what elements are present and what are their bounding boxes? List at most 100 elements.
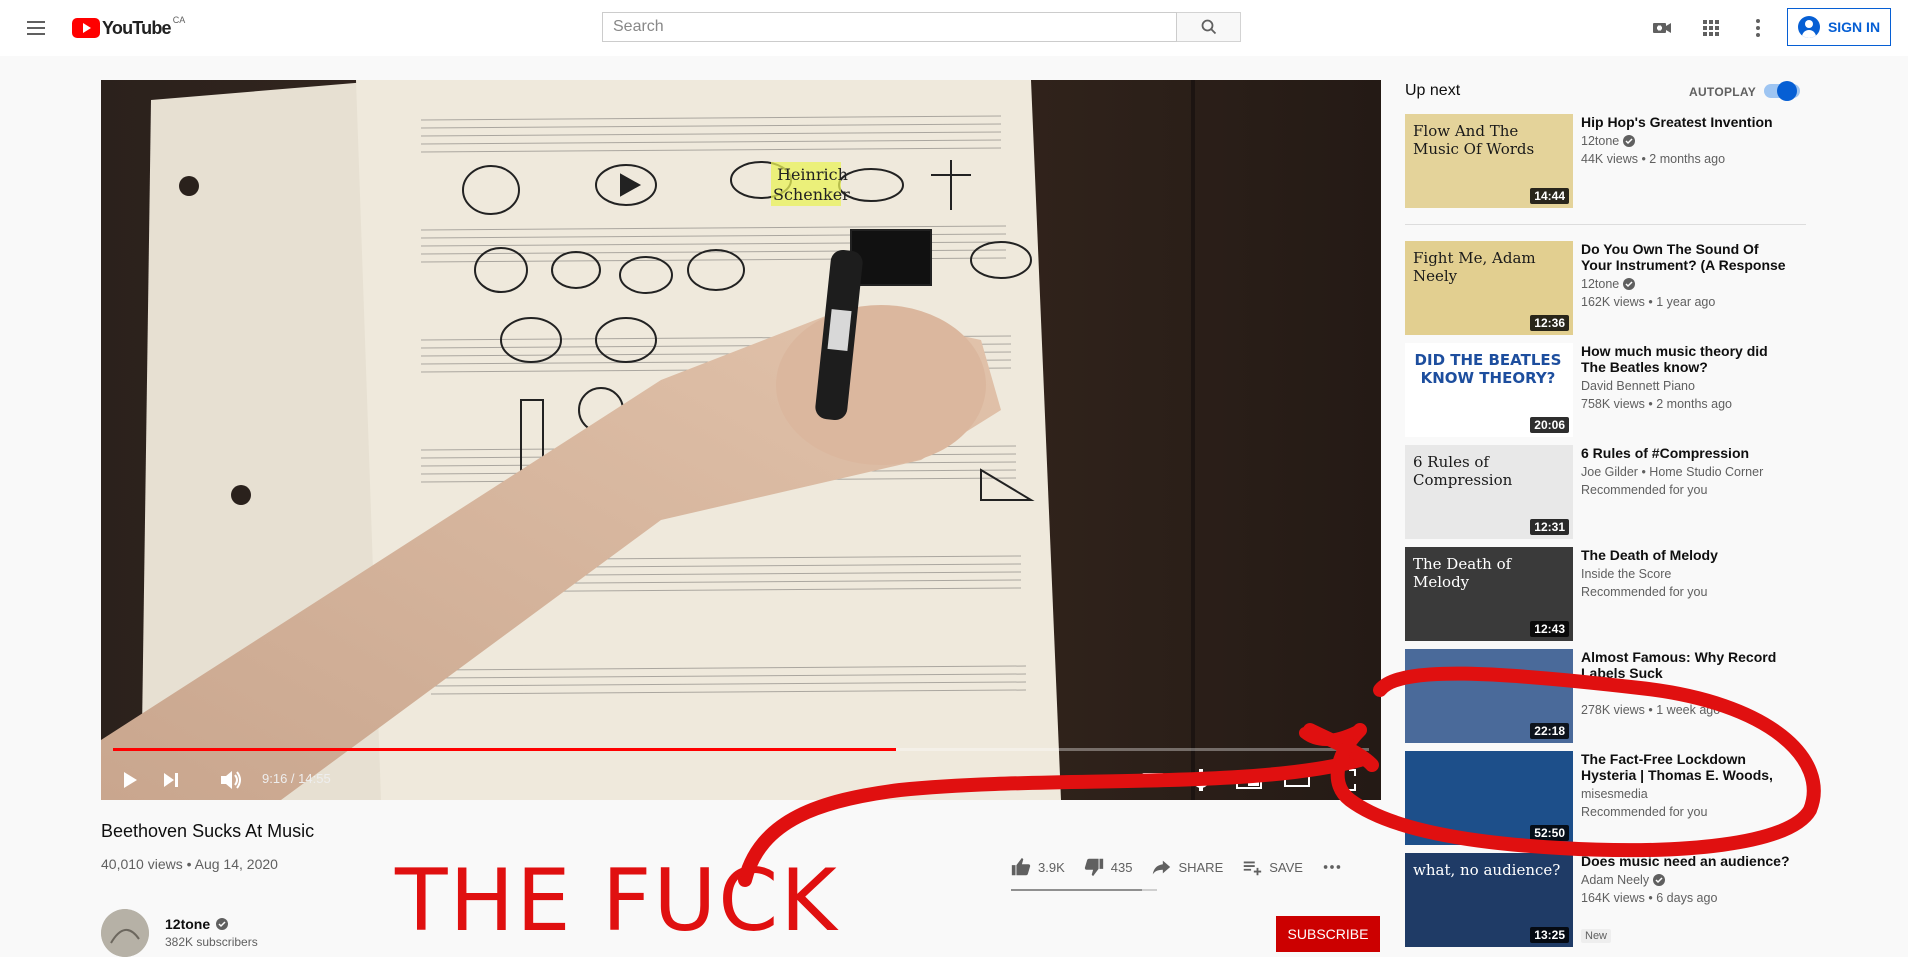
thumbs-up-icon: [1011, 857, 1031, 876]
search-button[interactable]: [1177, 12, 1241, 42]
volume-icon[interactable]: [215, 764, 247, 796]
thumbnail-text: The Death of Melody: [1413, 555, 1512, 591]
new-badge: New: [1581, 929, 1612, 943]
more-vert-icon[interactable]: [1746, 16, 1770, 40]
masthead: YouTube CA SIGN IN: [0, 0, 1908, 56]
recommendation-item[interactable]: 6 Rules of Compression 12:31 6 Rules of #C…: [1405, 445, 1835, 539]
save-label: SAVE: [1269, 859, 1303, 875]
time-display: 9:16 / 14:55: [262, 771, 331, 786]
video-frame: Heinrich Schenker: [101, 80, 1381, 800]
video-duration: 12:31: [1530, 519, 1569, 535]
recommendation-meta: 758K views • 2 months ago: [1581, 397, 1732, 411]
recommendation-item[interactable]: Fight Me, Adam Neely 12:36 Do You Own The …: [1405, 241, 1835, 335]
recommendation-channel[interactable]: Joe Gilder • Home Studio Corner: [1581, 465, 1763, 479]
recommendation-item[interactable]: DID THE BEATLES KNOW THEORY? 20:06 How muc…: [1405, 343, 1835, 437]
up-next-divider: [1405, 224, 1806, 225]
recommendation-thumbnail[interactable]: DID THE BEATLES KNOW THEORY? 20:06: [1405, 343, 1573, 437]
verified-icon: [1623, 278, 1636, 290]
recommendation-channel[interactable]: Inside the Score: [1581, 567, 1671, 581]
video-meta: 40,010 views • Aug 14, 2020: [101, 856, 278, 872]
thumbs-down-icon: [1084, 858, 1103, 877]
autoplay-label: AUTOPLAY: [1689, 85, 1757, 99]
progress-fill: [113, 748, 897, 751]
recommendation-meta: 164K views • 6 days ago: [1581, 891, 1718, 905]
theater-mode-icon[interactable]: [1281, 764, 1313, 796]
search-icon: [1201, 19, 1217, 35]
more-actions-button[interactable]: [1321, 856, 1343, 878]
recommendation-channel[interactable]: 12tone: [1581, 277, 1636, 291]
channel-name-link[interactable]: 12tone: [165, 916, 229, 932]
search-box: [602, 12, 1177, 42]
miniplayer-icon[interactable]: [1233, 764, 1265, 796]
recommendation-thumbnail[interactable]: 52:50: [1405, 751, 1573, 845]
recommendation-title[interactable]: 6 Rules of #Compression: [1581, 445, 1791, 461]
recommendation-meta: 44K views • 2 months ago: [1581, 152, 1726, 166]
recommendation-channel[interactable]: David Bennett Piano: [1581, 379, 1695, 393]
autoplay-toggle-knob[interactable]: [1777, 81, 1797, 101]
dislike-button[interactable]: 435: [1083, 856, 1132, 878]
sign-in-label: SIGN IN: [1827, 19, 1881, 35]
recommendation-thumbnail[interactable]: Flow And The Music Of Words 14:44: [1405, 114, 1573, 208]
recommendation-title[interactable]: Almost Famous: Why Record Labels Suck: [1581, 649, 1791, 681]
thumbnail-text: 6 Rules of Compression: [1413, 453, 1513, 489]
video-player[interactable]: Heinrich Schenker 9:16 / 14:55 CC: [101, 80, 1381, 800]
player-controls: 9:16 / 14:55 CC: [101, 760, 1381, 800]
recommendation-thumbnail[interactable]: what, no audience? 13:25: [1405, 853, 1573, 947]
recommendation-channel-name: 12tone: [1581, 134, 1620, 148]
next-icon[interactable]: [155, 764, 187, 796]
thumbnail-text: Fight Me, Adam Neely: [1413, 249, 1536, 285]
save-button[interactable]: SAVE: [1241, 856, 1303, 878]
recommendation-item[interactable]: what, no audience? 13:25 Does music need a…: [1405, 853, 1835, 947]
annotation-text: THE FUCK: [395, 851, 839, 951]
recommendation-item[interactable]: The Death of Melody 12:43 The Death of Mel…: [1405, 547, 1835, 641]
recommendation-title[interactable]: The Fact-Free Lockdown Hysteria | Thomas…: [1581, 751, 1791, 783]
recommendation-thumbnail[interactable]: Fight Me, Adam Neely 12:36: [1405, 241, 1573, 335]
apps-grid-icon[interactable]: [1699, 16, 1723, 40]
play-icon[interactable]: [113, 764, 145, 796]
verified-icon: [1623, 135, 1636, 147]
like-button[interactable]: 3.9K: [1010, 856, 1065, 878]
video-title: Beethoven Sucks At Music: [101, 821, 315, 841]
recommendation-item[interactable]: 52:50 The Fact-Free Lockdown Hysteria | T…: [1405, 751, 1835, 845]
recommendation-channel[interactable]: Adam Neely: [1581, 873, 1666, 887]
more-horiz-icon: [1323, 865, 1341, 869]
create-video-icon[interactable]: [1650, 16, 1674, 40]
recommendation-title[interactable]: Does music need an audience?: [1581, 853, 1791, 869]
recommendation-meta: Recommended for you: [1581, 805, 1708, 819]
thumbnail-text: DID THE BEATLES KNOW THEORY?: [1414, 351, 1562, 387]
recommendation-meta: Recommended for you: [1581, 483, 1708, 497]
recommendation-title[interactable]: The Death of Melody: [1581, 547, 1791, 563]
share-icon: [1153, 860, 1171, 875]
fullscreen-icon[interactable]: [1329, 764, 1361, 796]
thumbnail-text: Flow And The Music Of Words: [1413, 122, 1535, 158]
recommendation-title[interactable]: Hip Hop's Greatest Invention: [1581, 114, 1791, 130]
settings-icon[interactable]: [1185, 764, 1217, 796]
recommendation-channel[interactable]: misesmedia: [1581, 787, 1648, 801]
search-input[interactable]: [603, 13, 1176, 41]
channel-avatar[interactable]: [101, 909, 149, 957]
menu-icon[interactable]: [24, 16, 48, 40]
logo-text: YouTube: [102, 17, 172, 38]
verified-icon: [1653, 874, 1666, 886]
sign-in-button[interactable]: SIGN IN: [1787, 8, 1891, 46]
recommendation-item[interactable]: Flow And The Music Of Words 14:44 Hip Hop'…: [1405, 114, 1835, 208]
recommendation-title[interactable]: How much music theory did The Beatles kn…: [1581, 343, 1791, 375]
logo-region: CA: [172, 15, 186, 25]
up-next-label: Up next: [1405, 82, 1461, 99]
recommendation-thumbnail[interactable]: 22:18: [1405, 649, 1573, 743]
recommendation-item[interactable]: 22:18 Almost Famous: Why Record Labels Su…: [1405, 649, 1835, 743]
recommendation-thumbnail[interactable]: The Death of Melody 12:43: [1405, 547, 1573, 641]
recommendation-channel[interactable]: 12tone: [1581, 134, 1636, 148]
recommendation-meta: 162K views • 1 year ago: [1581, 295, 1716, 309]
video-actions: 3.9K 435 SHARE SAVE: [1010, 854, 1361, 880]
recommendation-thumbnail[interactable]: 6 Rules of Compression 12:31: [1405, 445, 1573, 539]
captions-icon[interactable]: CC: [1137, 764, 1169, 796]
progress-bar[interactable]: [113, 748, 1369, 751]
share-button[interactable]: SHARE: [1150, 856, 1223, 878]
channel-name: 12tone: [165, 916, 211, 932]
subscribe-button[interactable]: Subscribe: [1276, 916, 1380, 952]
svg-text:Heinrich: Heinrich: [777, 165, 848, 184]
recommendation-meta: Recommended for you: [1581, 585, 1708, 599]
youtube-logo[interactable]: YouTube CA: [72, 15, 186, 38]
recommendation-title[interactable]: Do You Own The Sound Of Your Instrument?…: [1581, 241, 1791, 273]
